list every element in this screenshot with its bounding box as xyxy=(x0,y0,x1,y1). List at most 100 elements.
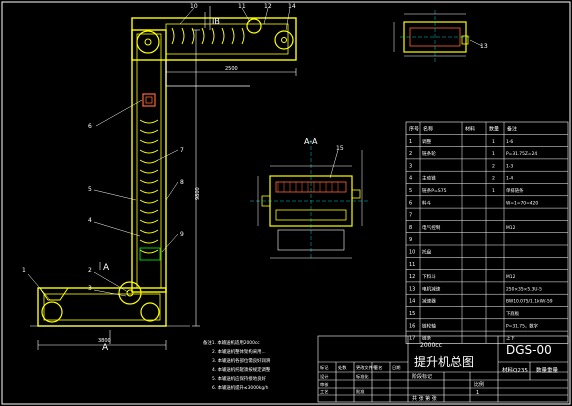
dimension-lines xyxy=(37,6,297,350)
table-cell-name: 电气控制 xyxy=(422,224,441,231)
title-block-labels: 标记 处数 更改文件号签名 日期设计 标准化审核工艺 批准 xyxy=(320,364,400,395)
callout-9: 9 xyxy=(180,231,184,238)
table-cell-qty: 1 xyxy=(492,188,495,194)
table-cell-qty: 1 xyxy=(492,151,495,157)
table-cell-name: 链条轮 xyxy=(422,150,436,157)
drawing-frame xyxy=(1,1,571,405)
table-cell-no: 9 xyxy=(409,237,412,243)
table-header-cell: 备注 xyxy=(507,126,517,133)
table-cell-name: 下料斗 xyxy=(422,273,436,280)
table-cell-name: 减速器 xyxy=(422,298,436,305)
title-block-label: 日期 xyxy=(392,365,400,371)
table-cell-note: P=31.75，数字 xyxy=(506,322,539,329)
section-b-view xyxy=(393,10,470,64)
note-line: 3. 本输送机各部位需良好润滑 xyxy=(212,357,271,364)
sheet-number: 1 xyxy=(476,390,479,396)
table-cell-note: 1-3 xyxy=(506,163,513,169)
table-cell-no: 8 xyxy=(409,225,412,231)
section-aa-view xyxy=(250,140,370,260)
title-block-label: 审核 xyxy=(320,381,329,388)
table-cell-name: 料斗 xyxy=(422,199,432,206)
capacity-label: 2000cc xyxy=(420,342,442,349)
table-cell-name: 主动链 xyxy=(422,175,436,182)
table-cell-note: BW10.075/1.1kW/-59 xyxy=(506,299,553,305)
title-block-label: 批准 xyxy=(356,388,364,395)
callout-1: 1 xyxy=(22,267,26,274)
table-cell-no: 2 xyxy=(409,151,412,157)
table-cell-note: W=1=70=420 xyxy=(506,200,538,206)
notes-block: 备注1. 本输送机适用2000cc 2. 本输送机整体架构采用... 3. 本输… xyxy=(203,339,271,391)
table-cell-no: 15 xyxy=(409,311,415,317)
material-label: 材料Q235 xyxy=(502,366,528,374)
table-cell-no: 12 xyxy=(409,274,415,280)
title-block-label: 工艺 xyxy=(320,389,328,394)
table-header-cell: 数量 xyxy=(489,126,499,133)
callout-3: 3 xyxy=(88,285,92,292)
note-line: 备注1. 本输送机适用2000cc xyxy=(203,339,260,346)
sheet-count-label: 共 张 第 张 xyxy=(412,395,437,402)
scale-label: 比例 xyxy=(474,381,484,388)
table-cell-name: 链条 xyxy=(422,335,432,342)
table-cell-note: 250×35×5.3U-5 xyxy=(506,286,542,292)
table-cell-no: 13 xyxy=(409,286,415,292)
cad-drawing: 9800 3800 2500 IB A A 1 2 3 4 5 6 7 8 9 … xyxy=(1,1,571,405)
table-header-cell: 材料 xyxy=(465,126,475,133)
weight-label: 数量重量 xyxy=(536,366,559,374)
table-cell-note: 上下 xyxy=(506,335,515,342)
title-block-label: 处数 xyxy=(338,364,347,371)
note-line: 2. 本输送机整体架构采用... xyxy=(212,348,266,355)
callout-6: 6 xyxy=(88,123,92,130)
table-cell-no: 11 xyxy=(409,262,415,268)
parts-table: 序号 名称 材料 数量 备注 1 调整 1 1-6 2 链条轮 1 P=31.75Z=24 3 2 1-3 4 主… xyxy=(405,121,569,344)
table-cell-no: 3 xyxy=(409,163,412,169)
note-line: 4. 本输送机托辊须按规定调整 xyxy=(212,366,271,373)
table-cell-name: 托盘 xyxy=(422,249,432,256)
callout-14: 14 xyxy=(288,3,296,10)
title-block-label: 签名 xyxy=(374,364,382,371)
section-b-tag: IB xyxy=(212,17,220,26)
title-block-label: 标准化 xyxy=(356,373,369,380)
table-cell-name: 链条P=S75 xyxy=(422,187,447,194)
callout-10: 10 xyxy=(190,3,198,10)
table-cell-name: 链轮轴 xyxy=(422,322,436,329)
table-cell-qty: 2 xyxy=(492,176,495,182)
table-cell-no: 1 xyxy=(409,139,412,145)
callout-2: 2 xyxy=(88,267,92,274)
section-aa-label: A-A xyxy=(304,137,318,146)
table-cell-qty: 2 xyxy=(492,163,495,169)
table-cell-note: M12 xyxy=(506,225,516,231)
table-cell-no: 10 xyxy=(409,250,415,256)
callout-11: 11 xyxy=(238,3,246,10)
table-cell-no: 14 xyxy=(409,299,415,305)
table-cell-name: 调整 xyxy=(422,138,432,145)
table-cell-name: 电机减速 xyxy=(422,285,441,292)
table-cell-no: 5 xyxy=(409,188,412,194)
table-cell-note: P=31.75Z=24 xyxy=(506,151,537,157)
elevator-elevation xyxy=(30,17,297,327)
note-line: 6. 本输送机提升≤3000kg/h xyxy=(212,384,269,391)
table-cell-note: M12 xyxy=(506,274,516,280)
callout-8: 8 xyxy=(180,179,184,186)
title-block-label: 设计 xyxy=(320,373,328,380)
table-cell-note: 1-6 xyxy=(506,139,513,145)
stage-label: 阶段标记 xyxy=(412,373,432,380)
section-a-mark: A xyxy=(103,263,110,273)
dim-top-span: 2500 xyxy=(225,66,238,72)
dim-height: 9800 xyxy=(195,187,201,200)
title-block-label: 标记 xyxy=(320,364,329,371)
table-header-cell: 名称 xyxy=(423,126,433,133)
drawing-number: DGS-00 xyxy=(506,343,552,357)
table-cell-no: 4 xyxy=(409,176,412,182)
callout-13: 13 xyxy=(480,43,488,50)
table-cell-no: 6 xyxy=(409,200,412,206)
callout-12: 12 xyxy=(264,3,272,10)
table-cell-no: 7 xyxy=(409,213,412,219)
table-cell-note: 下底板 xyxy=(506,310,520,317)
table-cell-note: 单排链条 xyxy=(506,187,524,194)
table-cell-no: 16 xyxy=(409,323,415,329)
table-cell-note: 1-4 xyxy=(506,176,513,182)
drawing-title: 提升机总图 xyxy=(414,354,474,369)
callout-5: 5 xyxy=(88,186,92,193)
table-cell-no: 17 xyxy=(409,336,415,342)
table-header-cell: 序号 xyxy=(409,126,419,133)
